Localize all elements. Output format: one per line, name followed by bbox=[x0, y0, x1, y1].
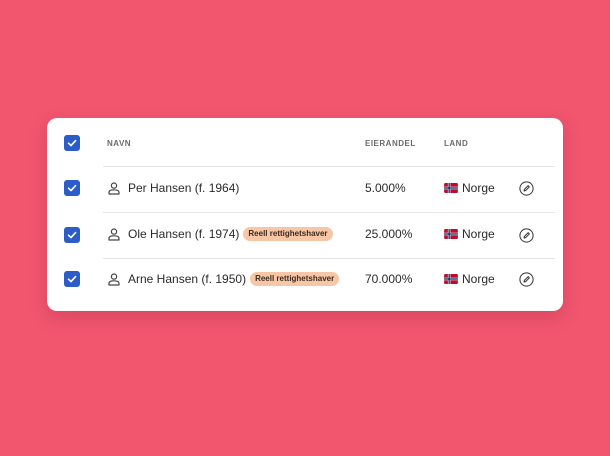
column-header-share[interactable]: EIERANDEL bbox=[365, 139, 416, 148]
edit-icon[interactable] bbox=[519, 228, 534, 243]
beneficial-owner-badge: Reell rettighetshaver bbox=[250, 272, 340, 286]
name-cell: Ole Hansen (f. 1974) Reell rettighetshav… bbox=[108, 227, 333, 241]
norway-flag-icon bbox=[444, 274, 458, 284]
column-header-country[interactable]: LAND bbox=[444, 139, 468, 148]
owners-table-card: NAVN EIERANDEL LAND Per Hansen (f. 1964)… bbox=[47, 118, 563, 311]
row-checkbox[interactable] bbox=[64, 180, 80, 196]
owner-name: Per Hansen (f. 1964) bbox=[128, 181, 240, 195]
country-cell: Norge bbox=[444, 181, 495, 195]
table-header: NAVN EIERANDEL LAND bbox=[47, 118, 563, 166]
share-value: 25.000% bbox=[365, 227, 413, 241]
name-cell: Arne Hansen (f. 1950) Reell rettighetsha… bbox=[108, 272, 340, 286]
column-header-name[interactable]: NAVN bbox=[107, 139, 131, 148]
person-icon bbox=[108, 227, 120, 241]
select-all-checkbox[interactable] bbox=[64, 135, 80, 151]
beneficial-owner-badge: Reell rettighetshaver bbox=[243, 227, 333, 241]
check-icon bbox=[67, 184, 77, 192]
share-value: 70.000% bbox=[365, 272, 413, 286]
table-row[interactable]: Per Hansen (f. 1964) 5.000% Norge bbox=[47, 166, 563, 212]
country-name: Norge bbox=[462, 227, 495, 241]
country-name: Norge bbox=[462, 181, 495, 195]
row-checkbox[interactable] bbox=[64, 271, 80, 287]
norway-flag-icon bbox=[444, 183, 458, 193]
norway-flag-icon bbox=[444, 229, 458, 239]
owner-name: Ole Hansen (f. 1974) bbox=[128, 227, 240, 241]
owner-name: Arne Hansen (f. 1950) bbox=[128, 272, 247, 286]
check-icon bbox=[67, 231, 77, 239]
check-icon bbox=[67, 275, 77, 283]
person-icon bbox=[108, 272, 120, 286]
country-cell: Norge bbox=[444, 272, 495, 286]
edit-icon[interactable] bbox=[519, 272, 534, 287]
table-row[interactable]: Ole Hansen (f. 1974) Reell rettighetshav… bbox=[47, 212, 563, 258]
country-name: Norge bbox=[462, 272, 495, 286]
check-icon bbox=[67, 139, 77, 147]
country-cell: Norge bbox=[444, 227, 495, 241]
name-cell: Per Hansen (f. 1964) bbox=[108, 181, 239, 195]
share-value: 5.000% bbox=[365, 181, 406, 195]
edit-icon[interactable] bbox=[519, 181, 534, 196]
table-row[interactable]: Arne Hansen (f. 1950) Reell rettighetsha… bbox=[47, 258, 563, 304]
person-icon bbox=[108, 181, 120, 195]
row-checkbox[interactable] bbox=[64, 227, 80, 243]
